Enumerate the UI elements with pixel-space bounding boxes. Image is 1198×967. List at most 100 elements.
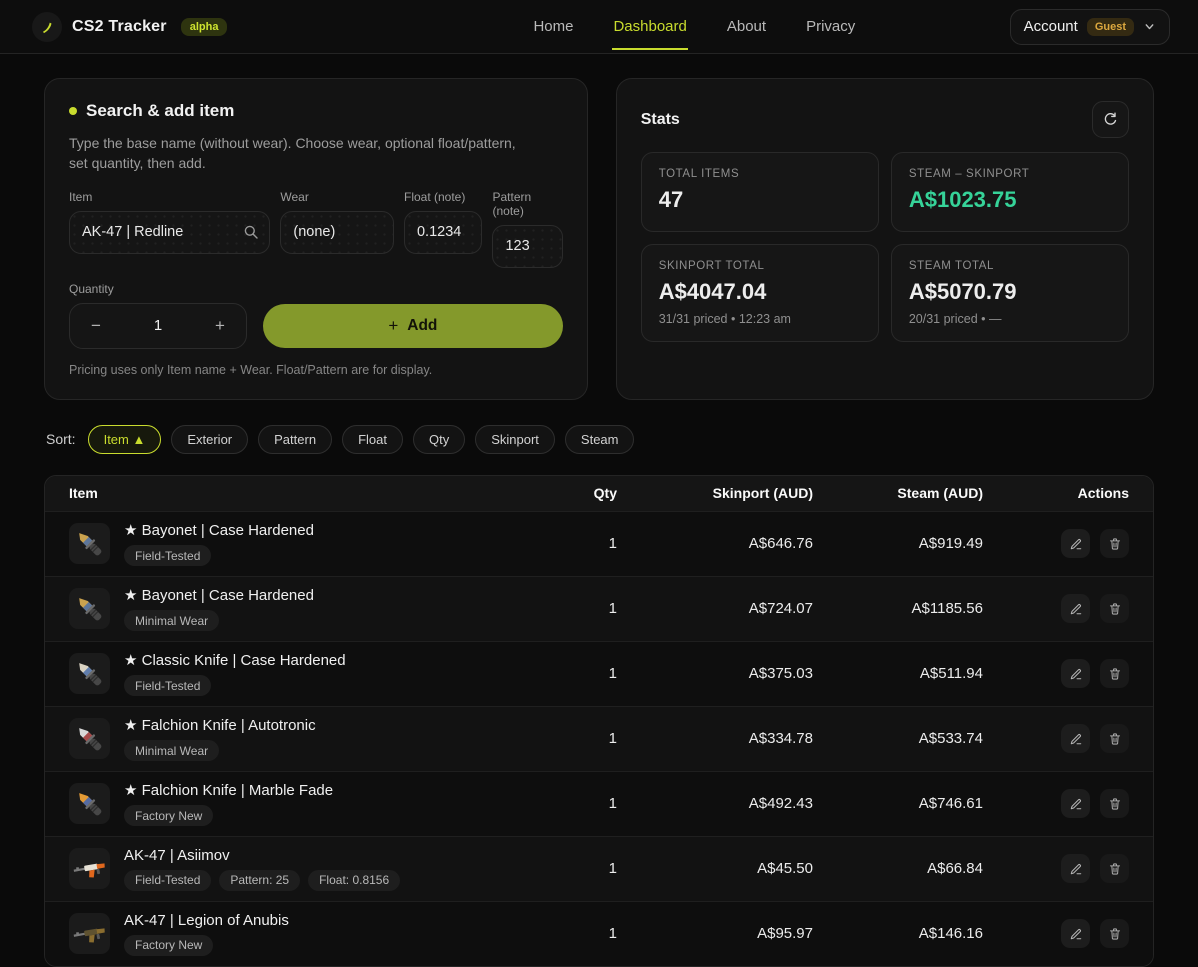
brand-name: CS2 Tracker — [72, 18, 167, 36]
delete-button[interactable] — [1100, 659, 1129, 688]
edit-button[interactable] — [1061, 594, 1090, 623]
wear-badge: Factory New — [124, 935, 213, 956]
table-row: ★ Falchion Knife | Marble Fade Factory N… — [45, 771, 1153, 836]
alpha-badge: alpha — [181, 18, 228, 36]
item-name: AK-47 | Legion of Anubis — [124, 912, 289, 929]
steam-price-cell: A$746.61 — [813, 795, 983, 812]
wear-select[interactable] — [280, 211, 394, 254]
edit-icon — [1069, 537, 1083, 551]
qty-cell: 1 — [553, 860, 617, 877]
wear-badge: Factory New — [124, 805, 213, 826]
badge-row: Minimal Wear — [124, 740, 316, 761]
edit-button[interactable] — [1061, 724, 1090, 753]
sort-chip[interactable]: Exterior — [171, 425, 248, 454]
wear-badge: Float: 0.8156 — [308, 870, 400, 891]
table-row: ★ Bayonet | Case Hardened Minimal Wear 1… — [45, 576, 1153, 641]
item-search-input[interactable] — [69, 211, 270, 254]
wear-badge: Field-Tested — [124, 870, 211, 891]
edit-icon — [1069, 667, 1083, 681]
sort-chip[interactable]: Skinport — [475, 425, 555, 454]
trash-icon — [1108, 862, 1122, 876]
table-row: AK-47 | Legion of Anubis Factory New 1 A… — [45, 901, 1153, 966]
plus-icon: + — [388, 316, 398, 336]
skinport-price-cell: A$492.43 — [617, 795, 813, 812]
item-name: AK-47 | Asiimov — [124, 847, 400, 864]
item-name: ★ Falchion Knife | Autotronic — [124, 716, 316, 734]
float-input[interactable] — [404, 211, 482, 254]
qty-cell: 1 — [553, 535, 617, 552]
stat-label: STEAM TOTAL — [909, 260, 1111, 272]
edit-icon — [1069, 927, 1083, 941]
nav-link[interactable]: Privacy — [805, 3, 856, 50]
edit-icon — [1069, 862, 1083, 876]
item-name: ★ Bayonet | Case Hardened — [124, 521, 314, 539]
accent-bullet-icon — [69, 107, 77, 115]
nav-link[interactable]: About — [726, 3, 767, 50]
add-button[interactable]: + Add — [263, 304, 563, 348]
sort-chip[interactable]: Steam — [565, 425, 635, 454]
add-button-label: Add — [407, 317, 437, 335]
stat-subtext: 20/31 priced • — — [909, 312, 1111, 326]
item-name: ★ Bayonet | Case Hardened — [124, 586, 314, 604]
delete-button[interactable] — [1100, 724, 1129, 753]
rifle-icon — [72, 851, 108, 887]
sort-chip[interactable]: Pattern — [258, 425, 332, 454]
stats-title: Stats — [641, 111, 680, 129]
knife-icon — [72, 656, 108, 692]
wear-badge: Pattern: 25 — [219, 870, 300, 891]
knife-icon — [72, 591, 108, 627]
edit-button[interactable] — [1061, 919, 1090, 948]
sort-chip[interactable]: Qty — [413, 425, 465, 454]
table-row: ★ Bayonet | Case Hardened Field-Tested 1… — [45, 511, 1153, 576]
account-button[interactable]: Account Guest — [1010, 9, 1170, 45]
refresh-button[interactable] — [1092, 101, 1129, 138]
edit-icon — [1069, 732, 1083, 746]
skinport-price-cell: A$646.76 — [617, 535, 813, 552]
sort-row: Sort: Item ▲ Exterior Pattern Float Qty … — [46, 425, 1154, 454]
guest-badge: Guest — [1087, 18, 1134, 36]
wear-badge: Field-Tested — [124, 675, 211, 696]
stat-value: A$1023.75 — [909, 187, 1111, 213]
quantity-stepper: − 1 + — [69, 303, 247, 349]
item-name: ★ Falchion Knife | Marble Fade — [124, 781, 333, 799]
quantity-increment-button[interactable]: + — [194, 304, 246, 348]
sort-chip[interactable]: Item ▲ — [88, 425, 162, 454]
stat-box: STEAM TOTAL A$5070.79 20/31 priced • — — [891, 244, 1129, 342]
column-header-qty: Qty — [553, 485, 617, 501]
nav-link[interactable]: Dashboard — [612, 3, 687, 50]
pricing-footnote: Pricing uses only Item name + Wear. Floa… — [69, 363, 563, 377]
search-add-card: Search & add item Type the base name (wi… — [44, 78, 588, 400]
sort-chip[interactable]: Float — [342, 425, 403, 454]
wear-badge: Minimal Wear — [124, 740, 219, 761]
edit-icon — [1069, 602, 1083, 616]
qty-cell: 1 — [553, 665, 617, 682]
delete-button[interactable] — [1100, 529, 1129, 558]
delete-button[interactable] — [1100, 919, 1129, 948]
delete-button[interactable] — [1100, 594, 1129, 623]
table-row: ★ Classic Knife | Case Hardened Field-Te… — [45, 641, 1153, 706]
delete-button[interactable] — [1100, 854, 1129, 883]
nav-link[interactable]: Home — [532, 3, 574, 50]
stat-box: TOTAL ITEMS 47 — [641, 152, 879, 232]
delete-button[interactable] — [1100, 789, 1129, 818]
brand: CS2 Tracker alpha — [32, 12, 227, 42]
skinport-price-cell: A$45.50 — [617, 860, 813, 877]
badge-row: Minimal Wear — [124, 610, 314, 631]
edit-button[interactable] — [1061, 789, 1090, 818]
edit-button[interactable] — [1061, 659, 1090, 688]
column-header-item: Item — [69, 485, 553, 501]
table-row: ★ Falchion Knife | Autotronic Minimal We… — [45, 706, 1153, 771]
chevron-down-icon — [1143, 20, 1156, 33]
pattern-input[interactable] — [492, 225, 562, 268]
edit-button[interactable] — [1061, 854, 1090, 883]
rifle-icon — [72, 916, 108, 952]
skinport-price-cell: A$724.07 — [617, 600, 813, 617]
skinport-price-cell: A$334.78 — [617, 730, 813, 747]
stat-box: STEAM – SKINPORT A$1023.75 — [891, 152, 1129, 232]
trash-icon — [1108, 797, 1122, 811]
quantity-decrement-button[interactable]: − — [70, 304, 122, 348]
edit-button[interactable] — [1061, 529, 1090, 558]
quantity-label: Quantity — [69, 282, 247, 296]
wear-badge: Field-Tested — [124, 545, 211, 566]
steam-price-cell: A$533.74 — [813, 730, 983, 747]
